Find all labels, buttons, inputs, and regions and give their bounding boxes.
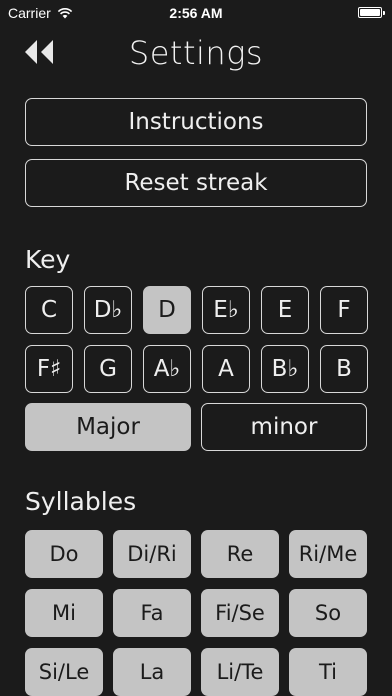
key-button-d[interactable]: D [143,286,191,334]
battery-icon [358,7,385,18]
status-time: 2:56 AM [169,5,223,21]
syllable-button-so[interactable]: So [289,589,367,637]
key-button-b[interactable]: B [320,345,368,393]
major-mode-button[interactable]: Major [25,403,191,451]
key-button-e-flat[interactable]: E♭ [202,286,250,334]
syllables-section-label: Syllables [25,487,137,516]
key-button-f[interactable]: F [320,286,368,334]
key-button-d-flat[interactable]: D♭ [84,286,132,334]
key-grid: C D♭ D E♭ E F F♯ G A♭ A B♭ B [25,286,368,393]
syllable-button-fa[interactable]: Fa [113,589,191,637]
key-button-g[interactable]: G [84,345,132,393]
syllable-button-ti[interactable]: Ti [289,648,367,696]
page-title: Settings [128,34,264,72]
key-button-e[interactable]: E [261,286,309,334]
key-button-f-sharp[interactable]: F♯ [25,345,73,393]
syllable-button-li-te[interactable]: Li/Te [201,648,279,696]
status-bar: Carrier 2:56 AM [0,0,392,28]
key-button-c[interactable]: C [25,286,73,334]
mode-selector: Major minor [25,403,367,451]
key-button-a-flat[interactable]: A♭ [143,345,191,393]
battery-fill [360,9,380,16]
minor-mode-button[interactable]: minor [201,403,367,451]
syllable-button-la[interactable]: La [113,648,191,696]
syllables-grid: Do Di/Ri Re Ri/Me Mi Fa Fi/Se So Si/Le L… [25,530,367,696]
instructions-button[interactable]: Instructions [25,98,367,146]
syllable-button-re[interactable]: Re [201,530,279,578]
key-button-b-flat[interactable]: B♭ [261,345,309,393]
key-button-a[interactable]: A [202,345,250,393]
syllable-button-mi[interactable]: Mi [25,589,103,637]
syllable-button-do[interactable]: Do [25,530,103,578]
syllable-button-ri-me[interactable]: Ri/Me [289,530,367,578]
key-section-label: Key [25,245,71,274]
syllable-button-si-le[interactable]: Si/Le [25,648,103,696]
syllable-button-di-ri[interactable]: Di/Ri [113,530,191,578]
reset-streak-button[interactable]: Reset streak [25,159,367,207]
syllable-button-fi-se[interactable]: Fi/Se [201,589,279,637]
